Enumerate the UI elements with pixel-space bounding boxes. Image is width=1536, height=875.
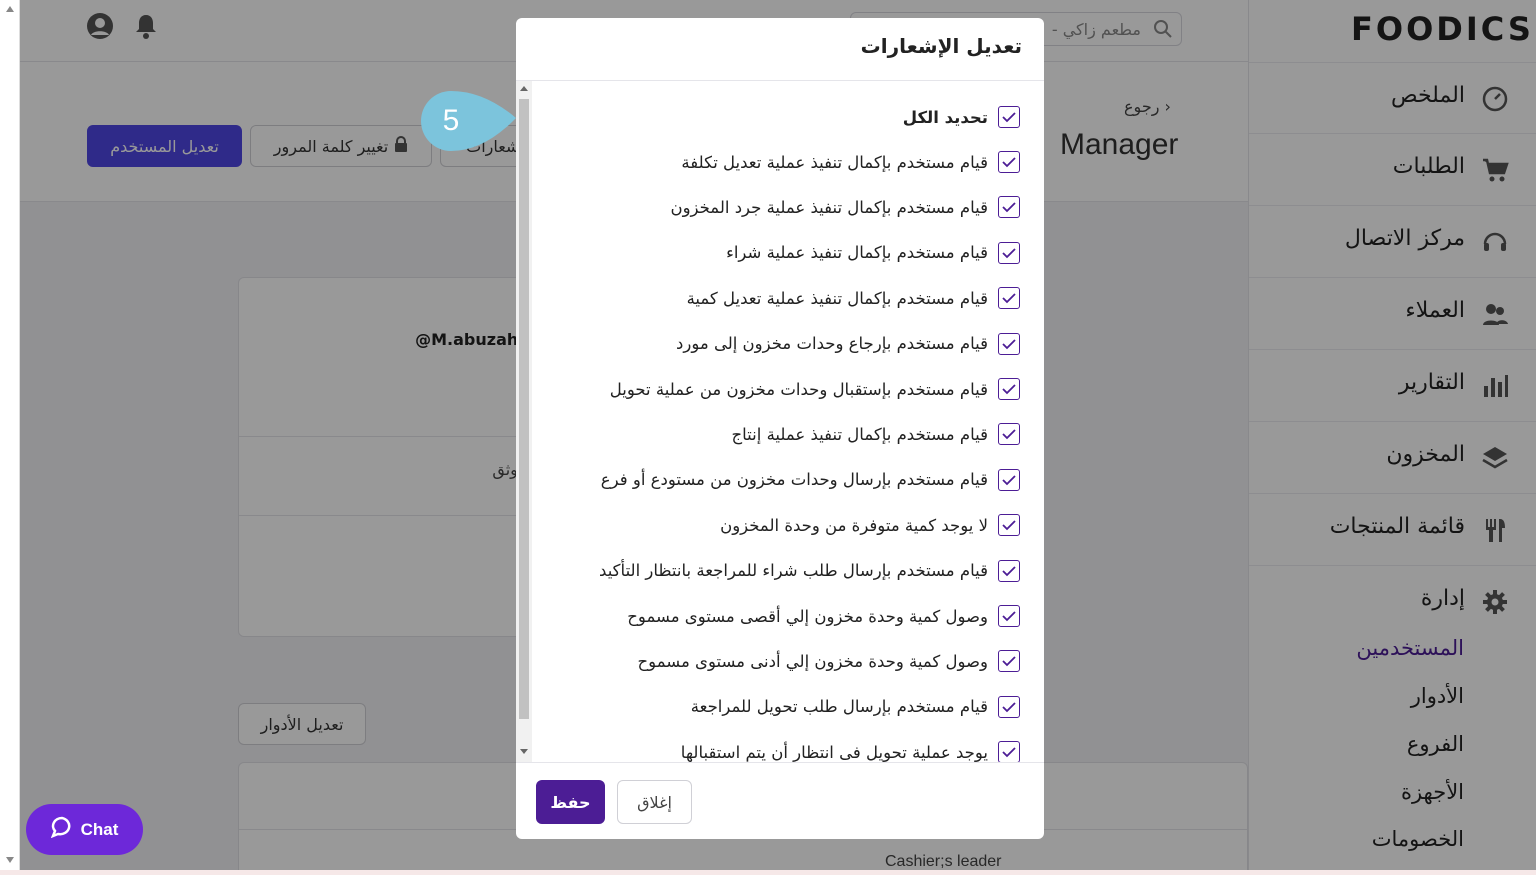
notification-option[interactable]: لا يوجد كمية متوفرة من وحدة المخزون (720, 511, 1020, 539)
modal-scrollbar[interactable] (516, 81, 532, 762)
checkbox-checked-icon[interactable] (998, 559, 1020, 582)
checkbox-checked-icon[interactable] (998, 196, 1020, 219)
checkbox-checked-icon[interactable] (998, 378, 1020, 400)
notification-option[interactable]: قيام مستخدم بإكمال تنفيذ عملية شراء (726, 239, 1020, 267)
notification-option[interactable]: قيام مستخدم بإرسال وحدات مخزون من مستودع… (601, 466, 1020, 494)
notification-option-label: قيام مستخدم بإرسال وحدات مخزون من مستودع… (600, 470, 988, 490)
notification-option-label: قيام مستخدم بإكمال تنفيذ عملية إنتاج (731, 424, 989, 444)
chat-button[interactable]: Chat (26, 804, 143, 855)
close-button[interactable]: إغلاق (617, 780, 692, 824)
select-all-label: تحديد الكل (902, 107, 988, 127)
checkbox-checked-icon[interactable] (998, 423, 1020, 446)
checkbox-checked-icon[interactable] (998, 151, 1020, 173)
modal-header: تعديل الإشعارات (516, 18, 1044, 81)
checkbox-checked-icon[interactable] (998, 650, 1020, 673)
bottom-edge (0, 870, 1536, 875)
edit-notifications-modal: تعديل الإشعارات تحديد الكل قيام مستخدم ب… (516, 18, 1044, 839)
scroll-down-arrow-icon[interactable] (6, 857, 14, 863)
notification-option[interactable]: يوجد عملية تحويل فى انتظار أن يتم استقبا… (681, 738, 1020, 762)
step-marker: 5 (420, 90, 516, 152)
save-button[interactable]: حفظ (536, 780, 605, 824)
notification-option[interactable]: قيام مستخدم بإكمال تنفيذ عملية جرد المخز… (670, 193, 1020, 221)
notification-option[interactable]: قيام مستخدم بإكمال تنفيذ عملية تعديل تكل… (681, 148, 1020, 176)
checkbox-checked-icon[interactable] (998, 241, 1020, 264)
checkbox-checked-icon[interactable] (998, 605, 1020, 627)
modal-body: تحديد الكل قيام مستخدم بإكمال تنفيذ عملي… (516, 81, 1044, 762)
notification-option[interactable]: وصول كمية وحدة مخزون إلي أدنى مستوى مسمو… (638, 647, 1020, 675)
notification-option-label: قيام مستخدم بإكمال تنفيذ عملية تعديل كمي… (686, 288, 988, 308)
notification-option-label: وصول كمية وحدة مخزون إلي أدنى مستوى مسمو… (637, 651, 988, 671)
notification-option[interactable]: قيام مستخدم بإستقبال وحدات مخزون من عملي… (610, 375, 1020, 403)
scroll-up-arrow-icon[interactable] (520, 86, 528, 91)
checkbox-checked-icon[interactable] (998, 695, 1020, 718)
notification-option[interactable]: قيام مستخدم بإكمال تنفيذ عملية تعديل كمي… (687, 284, 1020, 312)
notification-option[interactable]: قيام مستخدم بإرسال طلب شراء للمراجعة بان… (599, 557, 1020, 585)
chat-bubble-icon (50, 816, 73, 843)
notification-option-label: لا يوجد كمية متوفرة من وحدة المخزون (720, 515, 988, 535)
scroll-down-arrow-icon[interactable] (520, 749, 528, 754)
select-all-checkbox[interactable]: تحديد الكل (903, 103, 1020, 131)
notification-option-label: قيام مستخدم بإرجاع وحدات مخزون إلى مورد (676, 334, 988, 354)
notification-option-label: يوجد عملية تحويل فى انتظار أن يتم استقبا… (680, 742, 988, 762)
modal-title: تعديل الإشعارات (860, 34, 1022, 58)
notification-option-label: قيام مستخدم بإكمال تنفيذ عملية جرد المخز… (670, 197, 988, 217)
checkbox-checked-icon[interactable] (998, 287, 1020, 310)
notification-option[interactable]: قيام مستخدم بإرسال طلب تحويل للمراجعة (691, 693, 1020, 721)
notification-option-label: قيام مستخدم بإستقبال وحدات مخزون من عملي… (609, 379, 988, 399)
notification-option[interactable]: وصول كمية وحدة مخزون إلي أقصى مستوى مسمو… (627, 602, 1020, 630)
browser-scrollbar[interactable] (0, 0, 20, 875)
notification-option-label: قيام مستخدم بإكمال تنفيذ عملية شراء (726, 243, 988, 263)
checkbox-checked-icon[interactable] (998, 106, 1020, 128)
scroll-up-arrow-icon[interactable] (6, 6, 14, 12)
checkbox-checked-icon[interactable] (998, 741, 1020, 762)
chat-label: Chat (80, 819, 119, 839)
checkbox-checked-icon[interactable] (998, 514, 1020, 537)
step-number: 5 (442, 104, 460, 137)
checkbox-checked-icon[interactable] (998, 468, 1020, 491)
notification-option-label: قيام مستخدم بإرسال طلب تحويل للمراجعة (690, 697, 988, 717)
notification-option-label: وصول كمية وحدة مخزون إلي أقصى مستوى مسمو… (627, 606, 988, 626)
notification-option[interactable]: قيام مستخدم بإكمال تنفيذ عملية إنتاج (731, 420, 1020, 448)
modal-footer: حفظ إغلاق (516, 762, 1044, 839)
checkbox-checked-icon[interactable] (998, 332, 1020, 355)
scroll-thumb[interactable] (519, 99, 529, 719)
notification-option-label: قيام مستخدم بإكمال تنفيذ عملية تعديل تكل… (681, 152, 988, 172)
notification-option-label: قيام مستخدم بإرسال طلب شراء للمراجعة بان… (599, 561, 988, 581)
notification-option[interactable]: قيام مستخدم بإرجاع وحدات مخزون إلى مورد (676, 330, 1020, 358)
